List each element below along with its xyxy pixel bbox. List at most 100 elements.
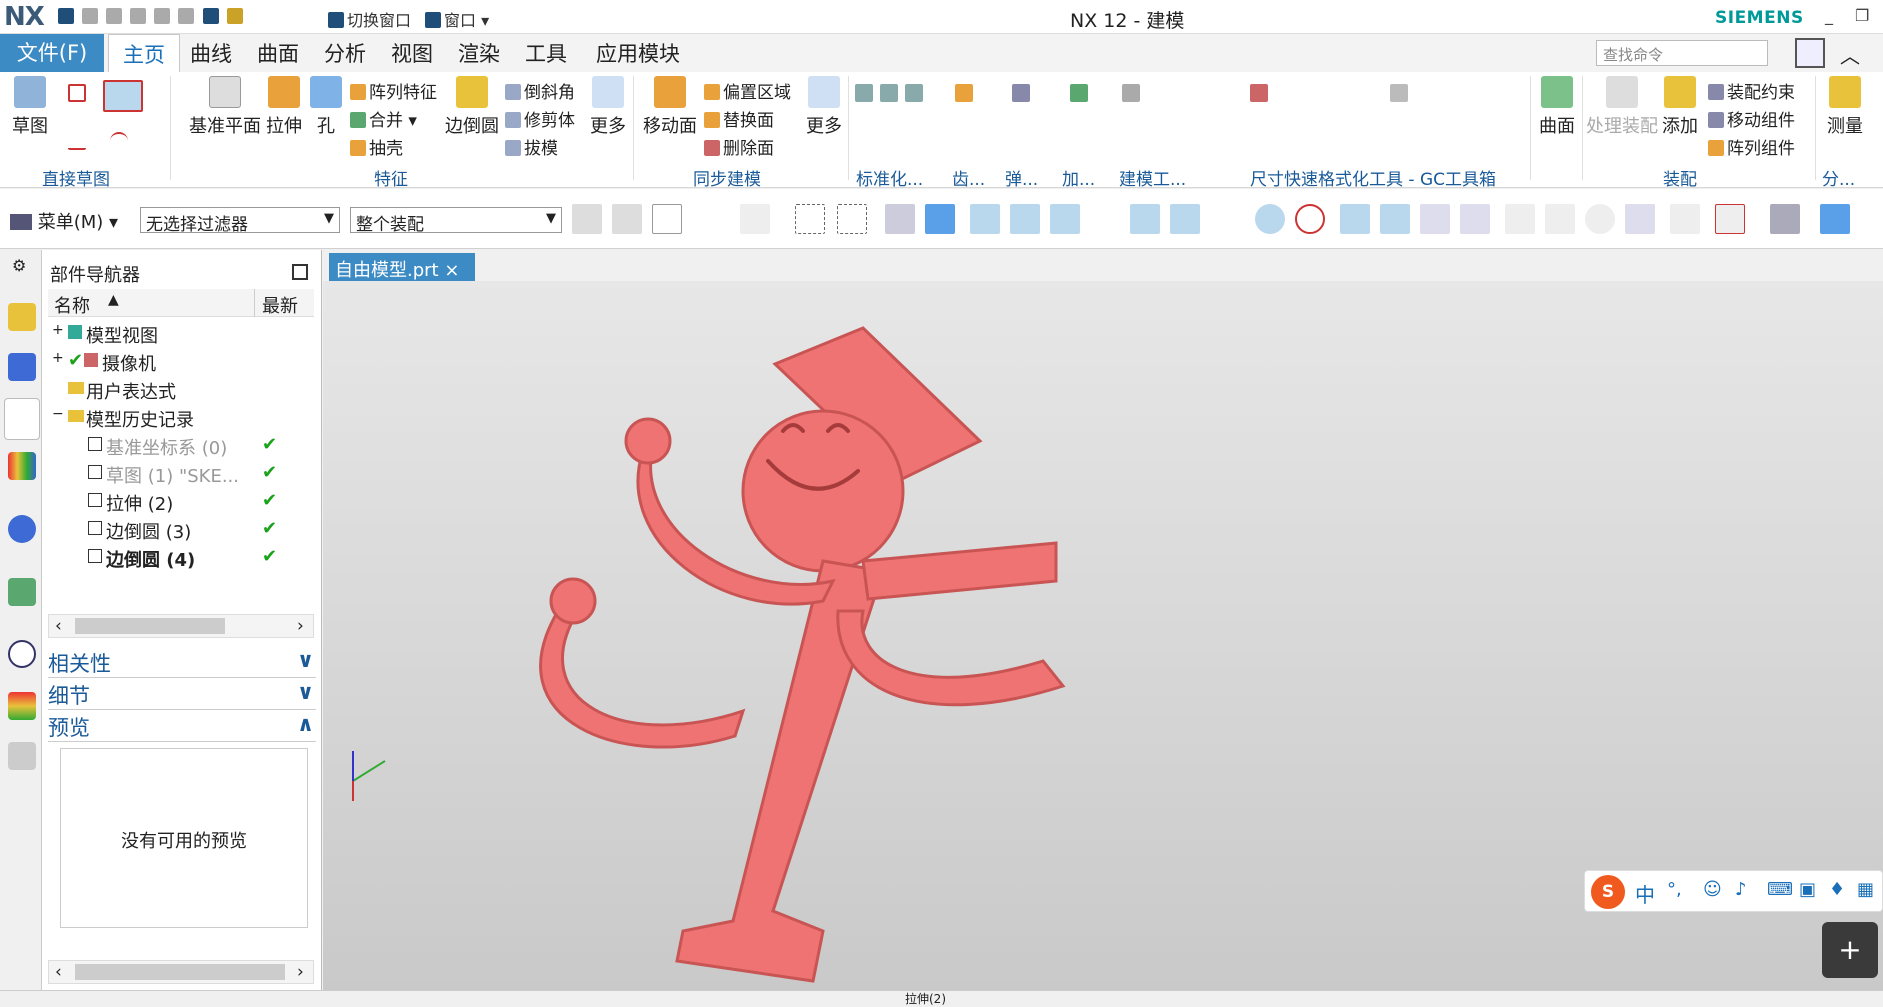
view-cube-icon[interactable] [1820, 204, 1850, 234]
scroll-right-icon[interactable]: › [297, 616, 304, 636]
machining-icon[interactable] [1070, 84, 1088, 102]
arc-icon[interactable] [110, 132, 128, 150]
scroll-thumb[interactable] [75, 964, 285, 980]
select-rect-icon[interactable] [837, 204, 867, 234]
expand-icon[interactable]: + [52, 350, 64, 366]
tree-row[interactable]: 边倒圆 (3) ✔ [48, 514, 314, 543]
point-on-face-icon[interactable] [1420, 204, 1450, 234]
selection-filter-select[interactable]: 无选择过滤器 ▼ [140, 207, 340, 235]
web-browser-icon[interactable] [8, 578, 36, 606]
emoji-icon[interactable]: ☺ [1703, 879, 1722, 900]
new-file-icon[interactable]: + [1822, 922, 1878, 978]
tab-home[interactable]: 主页 [108, 34, 180, 72]
file-menu-tab[interactable]: 文件(F) [0, 34, 104, 72]
horizontal-scrollbar[interactable]: ‹ › [48, 614, 314, 638]
tree-row[interactable]: + 模型视图 [48, 318, 314, 347]
intersection-icon[interactable] [1215, 204, 1245, 234]
arc-center-icon[interactable] [1255, 204, 1285, 234]
datum-plane-button[interactable]: 基准平面 [185, 76, 265, 138]
microphone-icon[interactable]: ♪ [1735, 879, 1747, 900]
edge-blend-button[interactable]: 边倒圆 [444, 76, 500, 138]
sketch-button[interactable]: 草图 [8, 76, 52, 138]
face-icon[interactable] [885, 204, 915, 234]
hole-button[interactable]: 孔 [308, 76, 344, 138]
rectangle-icon[interactable] [103, 80, 143, 112]
checkbox-icon[interactable] [88, 549, 102, 563]
tree-row[interactable]: 边倒圆 (4) ✔ [48, 542, 314, 571]
tree-row[interactable]: − 模型历史记录 [48, 402, 314, 431]
extrude-button[interactable]: 拉伸 [262, 76, 306, 138]
copy-icon[interactable] [154, 8, 171, 24]
mid-point-icon[interactable] [1050, 204, 1080, 234]
tab-view[interactable]: 视图 [387, 34, 437, 72]
tree-row[interactable]: 基准坐标系 (0) ✔ [48, 430, 314, 459]
skin-icon[interactable]: ♦ [1829, 879, 1845, 900]
cube-icon[interactable] [795, 204, 825, 234]
grid-menu-icon[interactable]: ▦ [1857, 879, 1874, 900]
point-on-curve-icon[interactable] [1380, 204, 1410, 234]
line-icon[interactable] [68, 132, 86, 150]
control-point-icon[interactable] [1130, 204, 1160, 234]
selection-scope-select[interactable]: 整个装配 ▼ [350, 207, 562, 235]
maximize-panel-icon[interactable] [292, 264, 308, 280]
scroll-right-icon[interactable]: › [297, 962, 304, 982]
tab-analysis[interactable]: 分析 [320, 34, 370, 72]
modeling-tool-icon[interactable] [1122, 84, 1140, 102]
tab-tools[interactable]: 工具 [521, 34, 571, 72]
command-finder-icon[interactable] [226, 8, 243, 24]
tab-surface[interactable]: 曲面 [253, 34, 303, 72]
add-component-button[interactable]: 添加 [1660, 76, 1700, 138]
scroll-left-icon[interactable]: ‹ [55, 962, 62, 982]
profile-icon[interactable] [68, 84, 86, 102]
filter-icon[interactable] [612, 204, 642, 234]
delete-face-button[interactable]: 删除面 [704, 134, 774, 159]
dimension-format-icon[interactable] [1390, 84, 1408, 102]
shell-button[interactable]: 抽壳 [350, 134, 403, 159]
redo-icon[interactable] [106, 8, 123, 24]
dimension-format-icon[interactable] [1250, 84, 1268, 102]
tab-render[interactable]: 渲染 [454, 34, 504, 72]
dependencies-panel-header[interactable]: 相关性 ∨ [48, 648, 316, 678]
snap-icon[interactable] [740, 204, 770, 234]
section-icon[interactable] [1625, 204, 1655, 234]
select-icon[interactable] [652, 204, 682, 234]
restore-button[interactable]: ❐ [1855, 6, 1869, 25]
draft-button[interactable]: 拔模 [505, 134, 558, 159]
tree-row[interactable]: 用户表达式 [48, 374, 314, 403]
checkbox-icon[interactable] [88, 465, 102, 479]
minimize-button[interactable]: _ [1825, 6, 1833, 25]
info-feed-icon[interactable] [8, 515, 36, 543]
render-style-icon[interactable] [1770, 204, 1800, 234]
orient-icon[interactable] [1670, 204, 1700, 234]
paste-icon[interactable] [178, 8, 195, 24]
save-as-icon[interactable] [202, 8, 219, 24]
process-assembly-button[interactable]: 处理装配 [1586, 76, 1658, 138]
surface-button[interactable]: 曲面 [1534, 76, 1580, 138]
assembly-constraint-button[interactable]: 装配约束 [1708, 78, 1795, 103]
zoom-icon[interactable] [1715, 204, 1745, 234]
rotate-icon[interactable] [1585, 204, 1615, 234]
checkbox-icon[interactable] [88, 493, 102, 507]
ime-punct-toggle[interactable]: °, [1667, 879, 1682, 900]
move-face-button[interactable]: 移动面 [642, 76, 698, 138]
expand-icon[interactable]: + [52, 322, 64, 338]
move-component-button[interactable]: 移动组件 [1708, 106, 1795, 131]
end-point-icon[interactable] [1010, 204, 1040, 234]
unite-button[interactable]: 合并 ▾ [350, 106, 417, 131]
tools-icon[interactable]: ▣ [1799, 879, 1816, 900]
history-clock-icon[interactable] [8, 640, 36, 668]
existing-point-icon[interactable] [1340, 204, 1370, 234]
keyboard-icon[interactable]: ⌨ [1767, 879, 1793, 900]
assembly-navigator-icon[interactable] [8, 303, 36, 331]
gear-icon[interactable] [955, 84, 973, 102]
tab-applications[interactable]: 应用模块 [592, 34, 684, 72]
column-name-header[interactable]: 名称 [54, 292, 90, 318]
details-panel-header[interactable]: 细节 ∨ [48, 680, 316, 710]
fit-view-icon[interactable] [1505, 204, 1535, 234]
standard-part-icon[interactable] [905, 84, 923, 102]
window-menu-button[interactable]: 窗口 ▾ [425, 7, 489, 31]
collapse-icon[interactable]: − [52, 406, 64, 422]
menu-button[interactable]: 菜单(M) ▾ [10, 208, 118, 234]
checkbox-icon[interactable] [88, 437, 102, 451]
ime-mode-toggle[interactable]: 中 [1635, 879, 1655, 908]
